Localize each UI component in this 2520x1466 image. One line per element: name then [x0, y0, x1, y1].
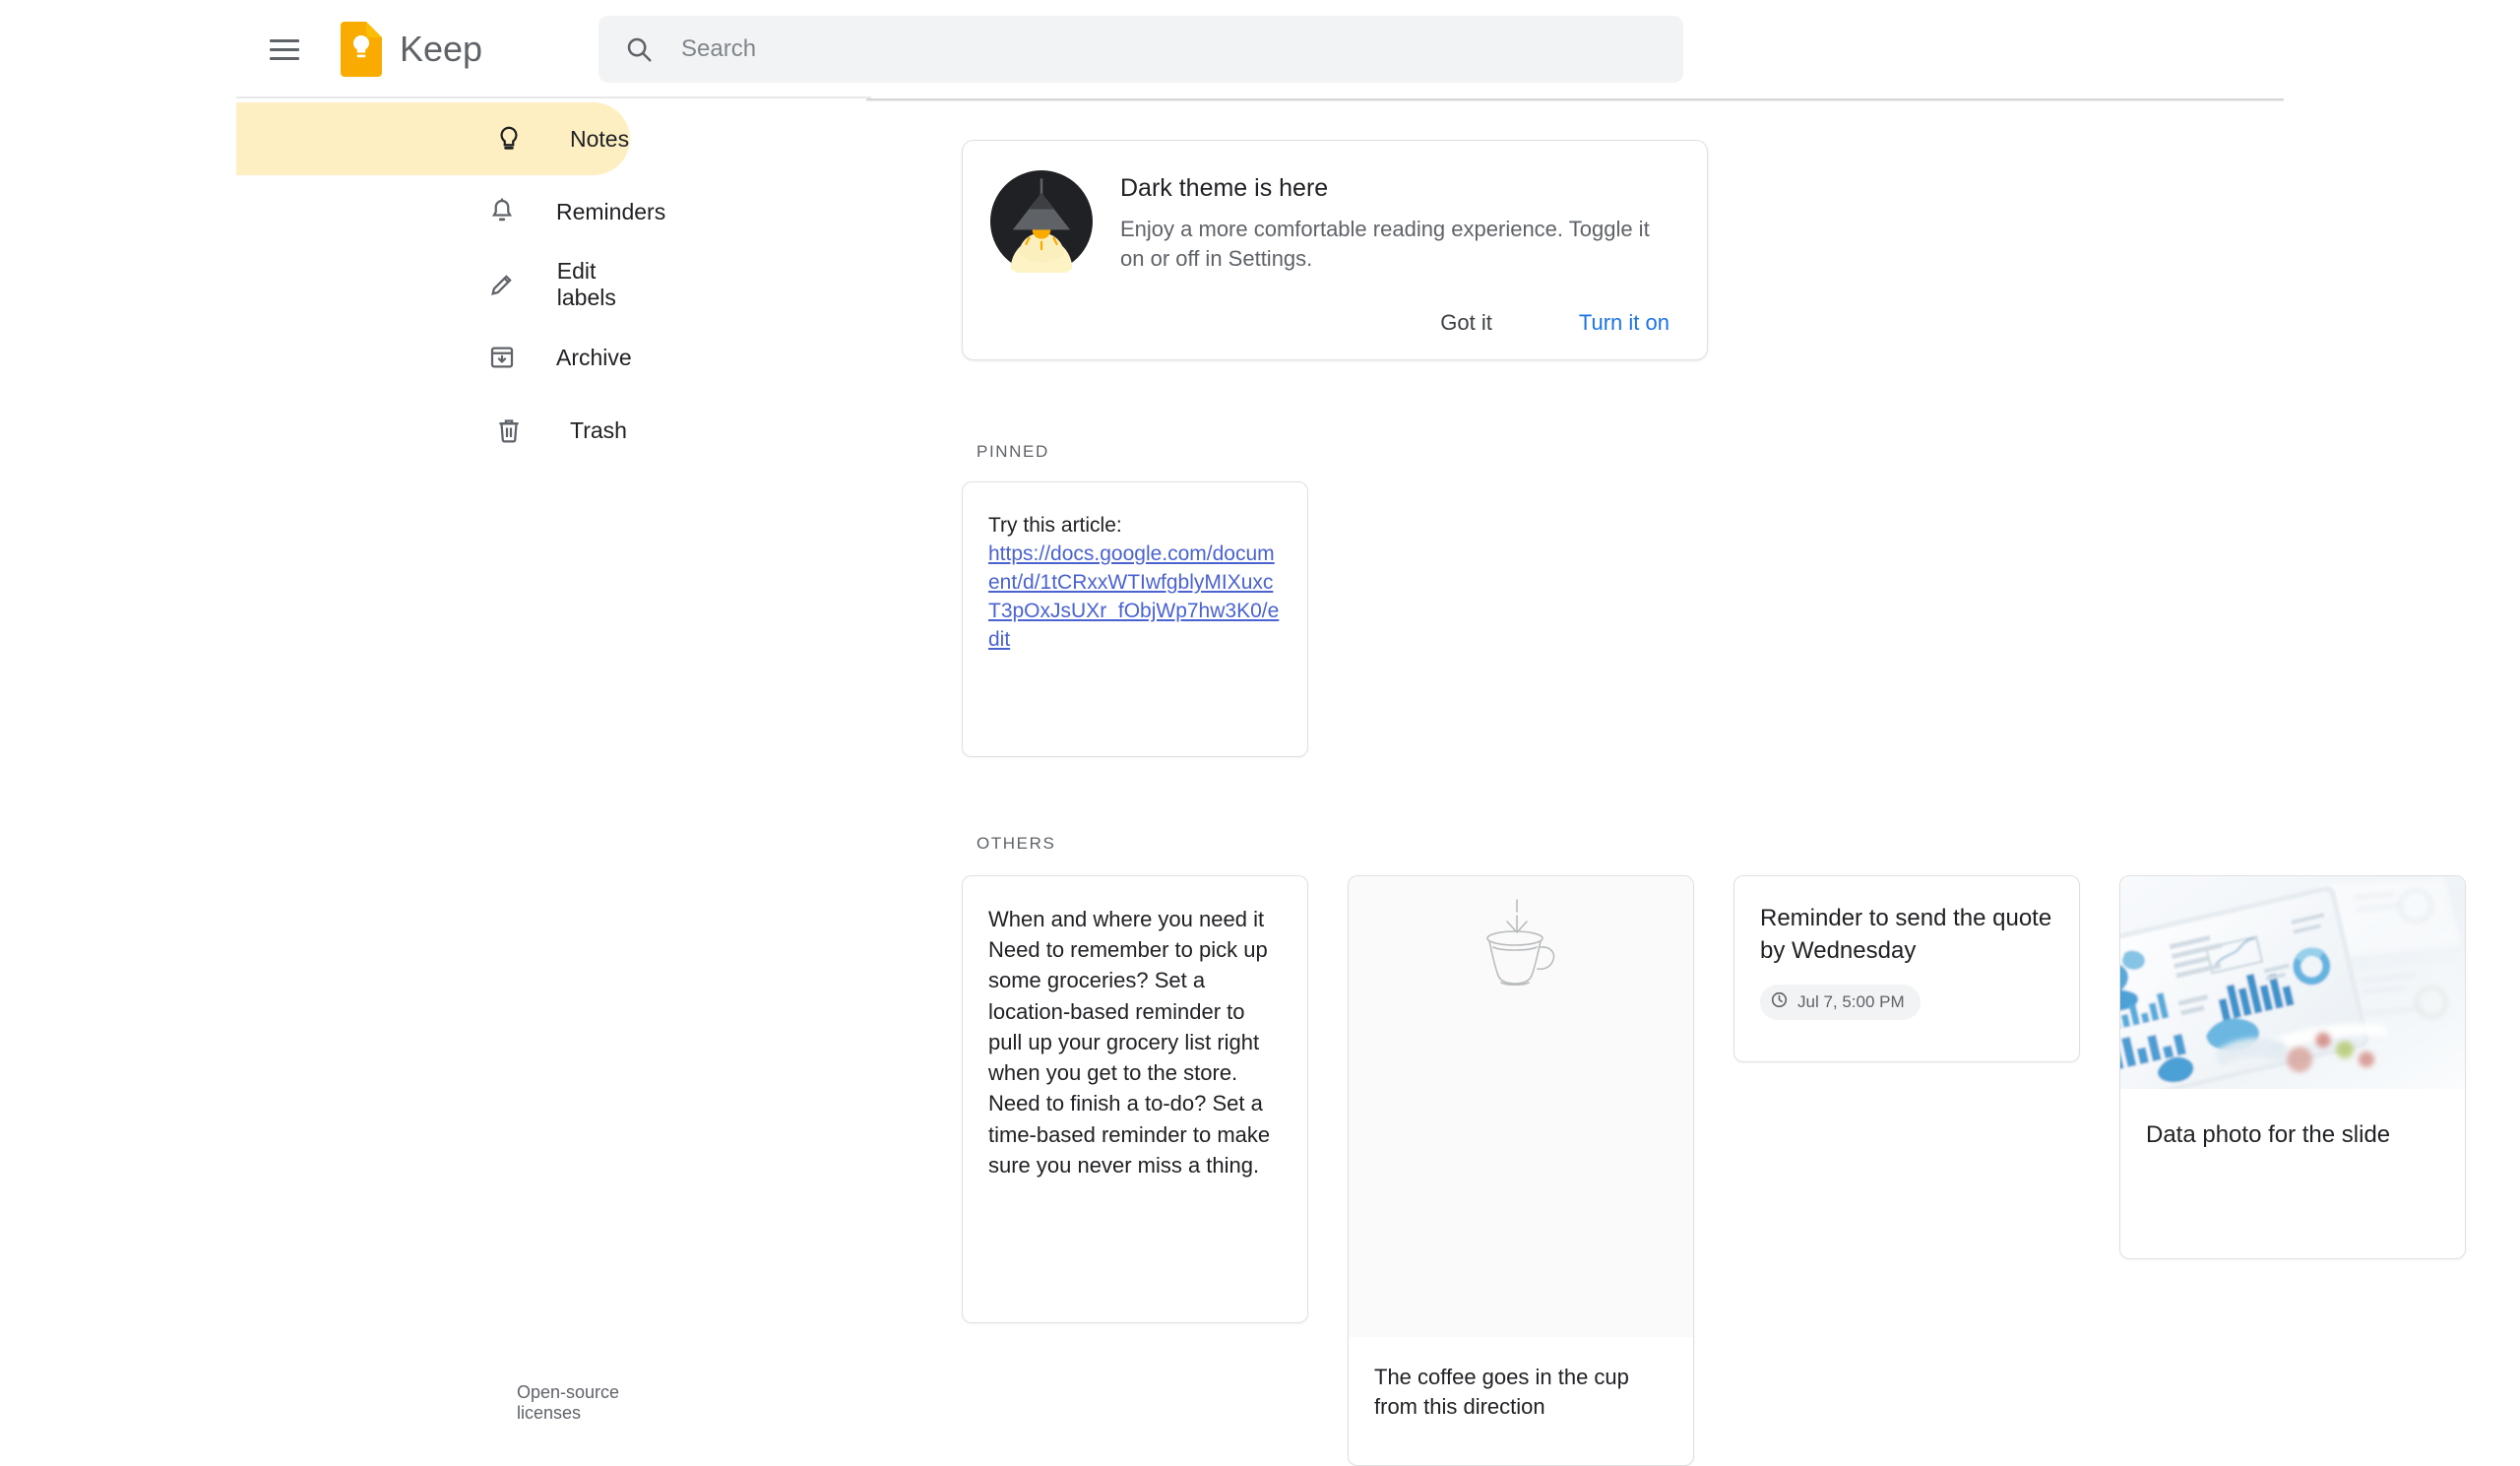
pinned-section-label: PINNED [976, 442, 1049, 461]
sidebar-item-label: Trash [570, 416, 627, 443]
note-card-quote-reminder[interactable]: Reminder to send the quote by Wednesday … [1733, 875, 2080, 1062]
banner-body: Enjoy a more comfortable reading experie… [1120, 217, 1650, 272]
reminder-chip[interactable]: Jul 7, 5:00 PM [1760, 985, 1921, 1021]
keep-app-window: Keep Notes [236, 0, 2466, 1466]
search-icon [624, 34, 654, 64]
sidebar-item-trash[interactable]: Trash [236, 394, 630, 467]
others-section-label: OTHERS [976, 834, 1056, 853]
note-title: Data photo for the slide [2146, 1121, 2391, 1148]
got-it-button[interactable]: Got it [1426, 300, 1506, 346]
app-header: Keep [236, 0, 2284, 101]
banner-title: Dark theme is here [1120, 174, 1329, 202]
sidebar-item-archive[interactable]: Archive [236, 321, 632, 394]
header-divider [866, 98, 2284, 101]
note-content: When and where you need it Need to remem… [988, 907, 1271, 1178]
dark-theme-lamp-illustration [990, 170, 1093, 280]
hamburger-menu-icon[interactable] [270, 30, 309, 69]
clock-icon [1770, 990, 1789, 1014]
note-link[interactable]: https://docs.google.com/document/d/1tCRx… [988, 542, 1279, 651]
lightbulb-icon [487, 124, 531, 154]
note-content: Try this article: https://docs.google.com… [963, 482, 1307, 655]
note-lead-text: Try this article: [988, 514, 1122, 537]
sidebar-item-edit-labels[interactable]: Edit labels [236, 248, 630, 321]
bell-icon [487, 197, 517, 226]
sidebar-item-reminders[interactable]: Reminders [236, 175, 665, 248]
note-card-data-photo[interactable]: Data photo for the slide [2119, 875, 2466, 1259]
keep-note-bulb-icon [341, 22, 382, 77]
turn-it-on-button[interactable]: Turn it on [1565, 300, 1683, 346]
note-card-pinned-link[interactable]: Try this article: https://docs.google.com… [962, 481, 1308, 757]
sidebar: Notes Reminders Edit labels Archive Tras… [236, 102, 665, 1423]
tablet-data-charts-photo [2120, 876, 2465, 1089]
sidebar-item-label: Notes [570, 125, 630, 152]
sidebar-item-label: Archive [556, 344, 632, 370]
archive-icon [487, 343, 517, 372]
app-title: Keep [400, 29, 483, 69]
notes-main-area: Dark theme is here Enjoy a more comforta… [630, 102, 2466, 1466]
coffee-cup-sketch-with-down-arrow [1349, 876, 1693, 1337]
note-card-reminders-info[interactable]: When and where you need it Need to remem… [962, 875, 1308, 1323]
trash-icon [487, 415, 531, 445]
reminder-chip-label: Jul 7, 5:00 PM [1797, 992, 1905, 1012]
note-title: Reminder to send the quote by Wednesday [1760, 905, 2052, 965]
header-divider-left [236, 96, 871, 98]
pencil-icon [487, 270, 518, 299]
sidebar-item-notes[interactable]: Notes [236, 102, 630, 175]
dark-theme-banner: Dark theme is here Enjoy a more comforta… [962, 140, 1708, 360]
app-brand[interactable]: Keep [341, 22, 482, 77]
search-box[interactable] [598, 16, 1683, 83]
note-content: The coffee goes in the cup from this dir… [1374, 1365, 1636, 1420]
note-card-coffee-sketch[interactable]: The coffee goes in the cup from this dir… [1348, 875, 1694, 1466]
search-input[interactable] [681, 16, 1567, 83]
sidebar-item-label: Edit labels [556, 258, 616, 310]
